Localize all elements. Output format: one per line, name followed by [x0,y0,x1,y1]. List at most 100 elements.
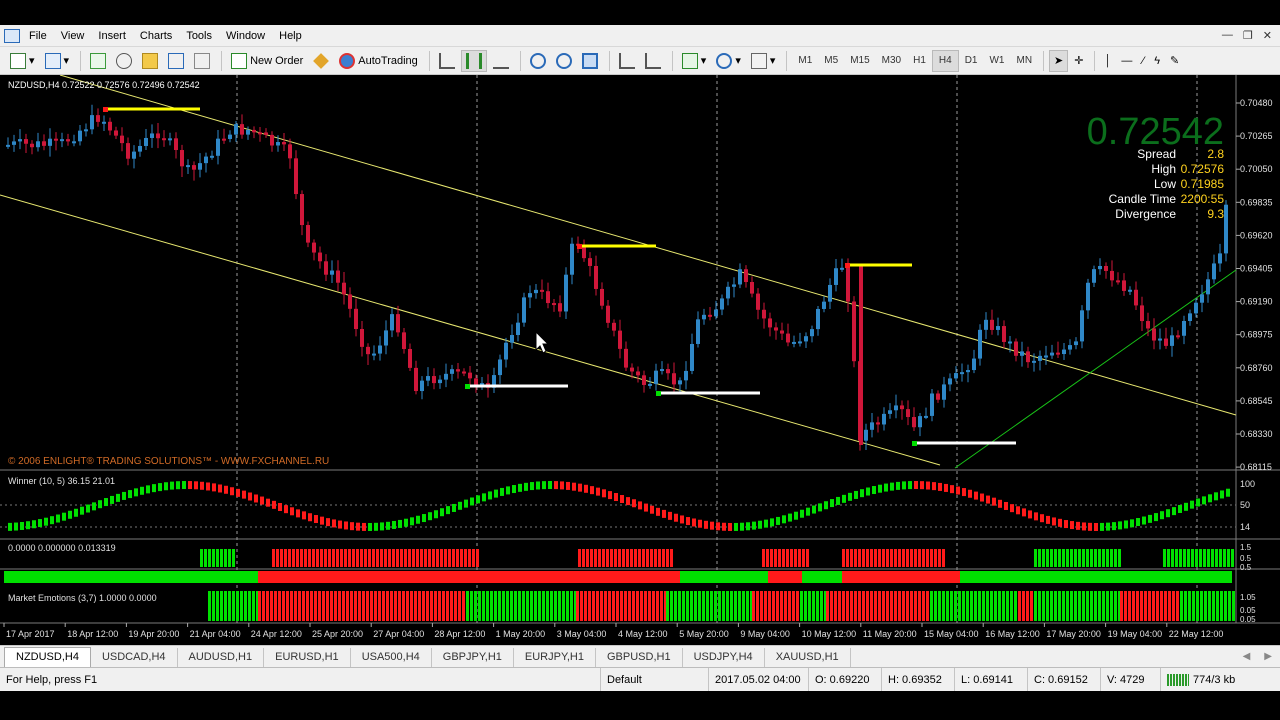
winner-bar [206,482,210,491]
tab-usdcad-h4[interactable]: USDCAD,H4 [91,648,178,667]
trend-strip-red [842,571,960,583]
menu-charts[interactable]: Charts [133,28,179,44]
indicators-button[interactable]: ▾ [678,50,711,72]
price-label: 0.69405 [1240,264,1273,274]
candle-body [960,372,964,375]
horizontal-line-button[interactable]: — [1117,50,1136,72]
trendlines[interactable] [0,74,1237,469]
fibonacci-button[interactable]: ϟ [1150,50,1164,72]
emotion-bar [518,591,521,621]
tab-gbpusd-h1[interactable]: GBPUSD,H1 [596,648,683,667]
emotion-bar [612,591,615,621]
tab-audusd-h1[interactable]: AUDUSD,H1 [178,648,265,667]
emotion-bar [970,591,973,621]
navigator-button[interactable] [138,50,162,72]
emotion-bar [398,591,401,621]
emotion-bar [1054,591,1057,621]
line-chart-button[interactable] [489,50,513,72]
new-chart-button[interactable]: ▾ [6,50,39,72]
terminal-button[interactable] [164,50,188,72]
zoom-out-button[interactable] [552,50,576,72]
periods-button[interactable]: ▾ [712,50,745,72]
menu-view[interactable]: View [54,28,92,44]
crosshair-tool-button[interactable]: ✛ [1070,50,1087,72]
info-value: 2.8 [1207,147,1224,161]
menu-tools[interactable]: Tools [179,28,219,44]
timeframe-m5[interactable]: M5 [818,50,844,72]
timeframe-m30[interactable]: M30 [876,50,907,72]
timeframe-w1[interactable]: W1 [983,50,1010,72]
emotion-bar [342,591,345,621]
candle-body [258,132,262,135]
autoscroll-button[interactable] [615,50,639,72]
strategy-tester-button[interactable] [190,50,214,72]
tab-nzdusd-h4[interactable]: NZDUSD,H4 [4,647,91,667]
tab-xauusd-h1[interactable]: XAUUSD,H1 [765,648,851,667]
menu-insert[interactable]: Insert [91,28,133,44]
candle-body [294,158,298,195]
emotion-bar [240,591,243,621]
text-tool-button[interactable]: ✎ [1166,50,1183,72]
trend-bar [276,549,279,567]
timeframe-d1[interactable]: D1 [959,50,984,72]
minimize-icon[interactable]: — [1222,29,1233,42]
vertical-line-button[interactable]: │ [1100,50,1115,72]
metaeditor-button[interactable] [309,50,333,72]
new-order-icon [231,52,248,69]
zoom-in-button[interactable] [526,50,550,72]
status-profile[interactable]: Default [600,667,708,692]
app-menu-icon[interactable] [4,28,20,43]
tab-usdjpy-h4[interactable]: USDJPY,H4 [683,648,765,667]
tab-eurjpy-h1[interactable]: EURJPY,H1 [514,648,596,667]
new-order-button[interactable]: New Order [227,50,307,72]
tab-scroll-right-icon[interactable]: ▶ [1264,651,1272,662]
timeframe-m1[interactable]: M1 [792,50,818,72]
restore-icon[interactable]: ❐ [1243,29,1253,42]
bar-chart-button[interactable] [435,50,459,72]
candle-body [894,405,898,411]
market-watch-button[interactable] [86,50,110,72]
winner-scale-label: 50 [1240,500,1250,510]
emotion-bar [530,591,533,621]
tab-eurusd-h1[interactable]: EURUSD,H1 [264,648,351,667]
winner-bar [548,481,552,490]
emotion-bar [838,591,841,621]
winner-bar [944,483,948,492]
trend-bar [926,549,929,567]
data-window-button[interactable] [112,50,136,72]
cursor-tool-button[interactable]: ➤ [1049,49,1069,72]
tile-windows-button[interactable] [578,50,602,72]
chart-window[interactable]: NZDUSD,H4 0.72522 0.72576 0.72496 0.7254… [0,74,1280,645]
menu-help[interactable]: Help [272,28,309,44]
chart-shift-button[interactable] [641,50,665,72]
tab-usa500-h4[interactable]: USA500,H4 [351,648,432,667]
price-chart-svg[interactable]: NZDUSD,H4 0.72522 0.72576 0.72496 0.7254… [0,74,1280,645]
candle-body [306,225,310,243]
emotion-bar [1120,591,1123,621]
tab-scroll-left-icon[interactable]: ◀ [1243,651,1251,662]
winner-bar [470,497,474,506]
close-icon[interactable]: ✕ [1263,29,1272,42]
winner-bar [728,522,732,531]
emotion-bar [878,591,881,621]
winner-bar [1130,519,1134,528]
candlestick-button[interactable] [460,49,487,72]
price-label: 0.69620 [1240,230,1273,240]
emotion-bar [906,591,909,621]
winner-bar [1118,521,1122,530]
level-markers[interactable] [103,107,1016,446]
menu-file[interactable]: File [22,28,54,44]
menu-window[interactable]: Window [219,28,272,44]
timeframe-m15[interactable]: M15 [844,50,875,72]
trendline-button[interactable]: ⁄ [1138,50,1148,72]
templates-button[interactable]: ▾ [747,50,780,72]
profiles-button[interactable]: ▾ [41,50,74,72]
candle-body [60,139,64,142]
timeframe-h1[interactable]: H1 [907,50,932,72]
winner-bar [218,484,222,493]
autotrading-button[interactable]: AutoTrading [335,50,422,72]
tab-gbpjpy-h1[interactable]: GBPJPY,H1 [432,648,514,667]
timeframe-mn[interactable]: MN [1010,50,1038,72]
status-traffic[interactable]: 774/3 kb [1160,667,1260,692]
timeframe-h4[interactable]: H4 [931,49,959,72]
